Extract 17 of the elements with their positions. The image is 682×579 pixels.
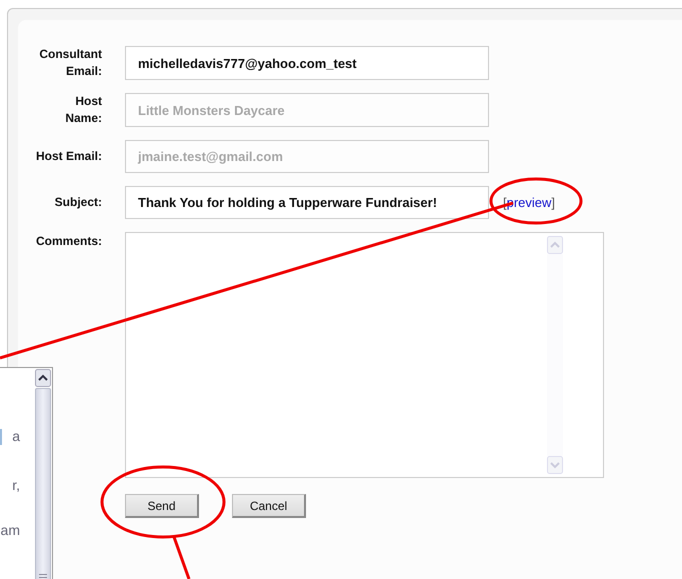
scroll-thumb-grip-icon xyxy=(39,574,47,579)
preview-text: r, xyxy=(12,476,20,494)
field-label: Host Name: xyxy=(64,93,102,127)
field-label: Host Email: xyxy=(34,148,102,165)
input-field[interactable]: michelledavis777@yahoo.com_test xyxy=(125,46,489,80)
field-label: Comments: xyxy=(34,233,102,250)
scroll-up-button[interactable] xyxy=(35,369,51,387)
field-label: Subject: xyxy=(54,194,102,211)
annotation-line xyxy=(172,536,190,579)
send-button[interactable]: Send xyxy=(125,494,199,518)
comments-textarea[interactable] xyxy=(125,232,604,478)
field-label: Consultant Email: xyxy=(38,46,102,80)
preview-text: am xyxy=(0,521,20,539)
input-field[interactable]: Thank You for holding a Tupperware Fundraiser! xyxy=(125,186,489,219)
scroll-down-button[interactable] xyxy=(547,456,563,474)
cancel-button[interactable]: Cancel xyxy=(232,494,306,518)
preview-text: a xyxy=(12,427,20,445)
